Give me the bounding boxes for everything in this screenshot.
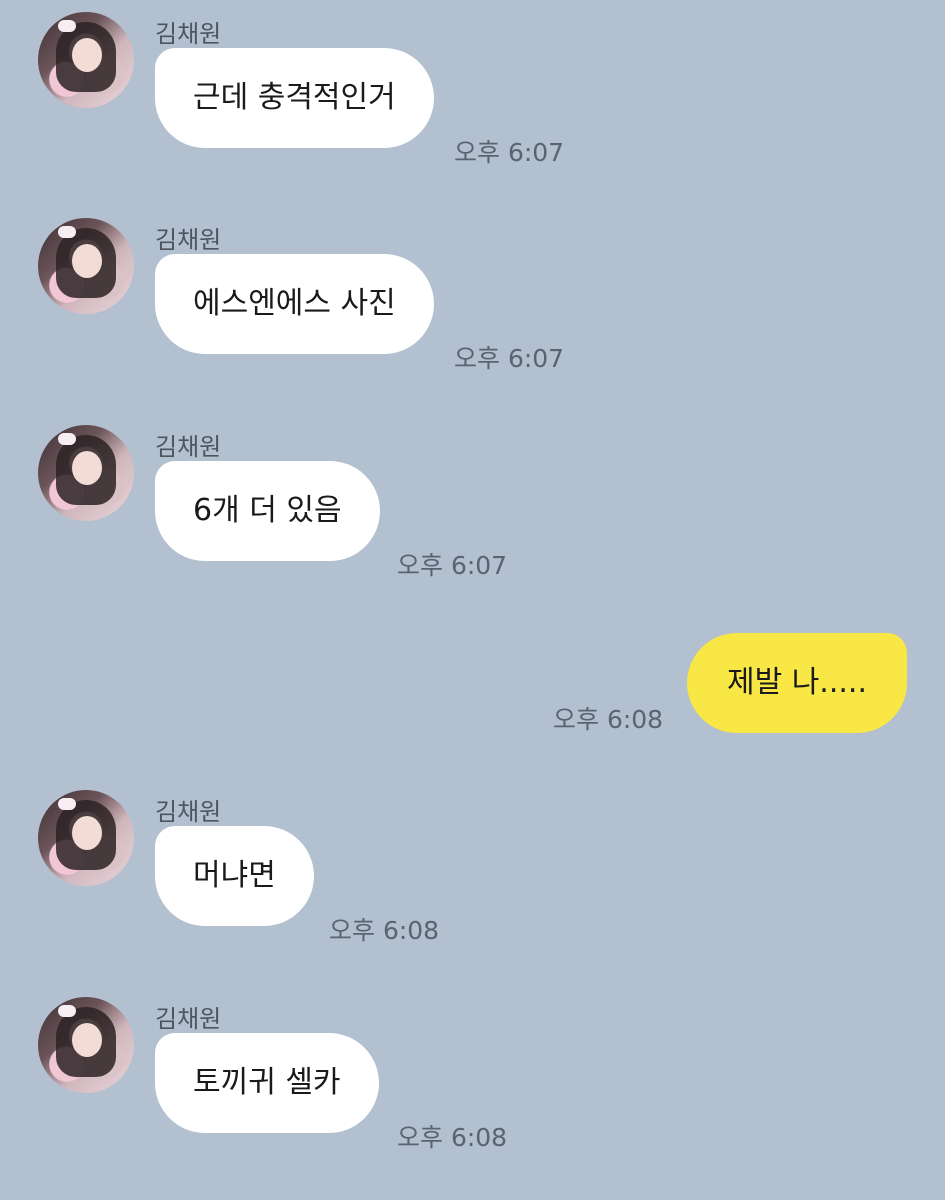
avatar[interactable] — [38, 12, 134, 108]
message-time: 오후 6:07 — [454, 138, 565, 167]
message-bubble[interactable]: 근데 충격적인거 — [155, 48, 434, 148]
avatar[interactable] — [38, 997, 134, 1093]
sender-name: 김채원 — [155, 798, 222, 826]
message-time: 오후 6:07 — [454, 344, 565, 373]
sender-name: 김채원 — [155, 226, 222, 254]
message-bubble[interactable]: 제발 나..... — [686, 633, 907, 733]
sender-name: 김채원 — [155, 1005, 222, 1033]
message-time: 오후 6:08 — [553, 705, 664, 734]
avatar[interactable] — [38, 425, 134, 521]
message-bubble[interactable]: 6개 더 있음 — [155, 461, 380, 561]
message-time: 오후 6:08 — [397, 1123, 508, 1152]
message-time: 오후 6:08 — [329, 916, 440, 945]
message-time: 오후 6:07 — [397, 551, 508, 580]
sender-name: 김채원 — [155, 433, 222, 461]
message-bubble[interactable]: 머냐면 — [155, 826, 314, 926]
message-bubble[interactable]: 토끼귀 셀카 — [155, 1033, 379, 1133]
sender-name: 김채원 — [155, 20, 222, 48]
avatar[interactable] — [38, 218, 134, 314]
avatar[interactable] — [38, 790, 134, 886]
message-bubble[interactable]: 에스엔에스 사진 — [155, 254, 434, 354]
